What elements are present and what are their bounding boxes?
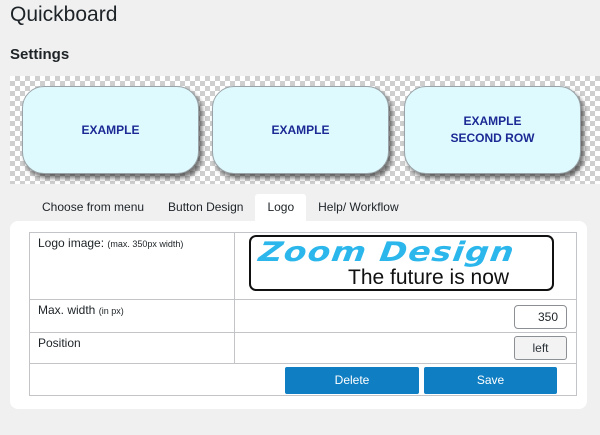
position-cell: left	[235, 333, 576, 363]
preview-button-1[interactable]: EXAMPLE	[22, 86, 199, 174]
logo-image-cell: Zoom Design The future is now	[235, 233, 576, 299]
settings-tabs: Choose from menu Button Design Logo Help…	[30, 194, 411, 221]
save-button[interactable]: Save	[424, 367, 557, 394]
tab-help-workflow[interactable]: Help/ Workflow	[306, 194, 410, 221]
logo-settings-panel: Logo image: (max. 350px width) Zoom Desi…	[10, 221, 587, 409]
max-width-label: Max. width (in px)	[30, 300, 235, 332]
position-row: Position left	[30, 333, 576, 364]
app-title: Quickboard	[10, 3, 118, 26]
max-width-row: Max. width (in px)	[30, 300, 576, 333]
tab-logo[interactable]: Logo	[255, 194, 307, 221]
max-width-cell	[235, 300, 576, 332]
actions-cell: Delete Save	[235, 364, 576, 395]
logo-tagline-text: The future is now	[348, 266, 510, 289]
logo-settings-table: Logo image: (max. 350px width) Zoom Desi…	[29, 232, 577, 396]
actions-row: Delete Save	[30, 364, 576, 395]
logo-image-label-text: Logo image:	[38, 236, 105, 250]
position-label: Position	[30, 333, 235, 363]
max-width-input[interactable]	[514, 305, 567, 329]
logo-image-row: Logo image: (max. 350px width) Zoom Desi…	[30, 233, 576, 300]
max-width-label-text: Max. width	[38, 303, 96, 317]
max-width-hint: (in px)	[98, 306, 124, 316]
settings-heading: Settings	[10, 46, 70, 63]
logo-image-label: Logo image: (max. 350px width)	[30, 233, 235, 299]
preview-button-3[interactable]: EXAMPLE SECOND ROW	[404, 86, 581, 174]
logo-brand-text: Zoom Design	[256, 237, 517, 268]
delete-button[interactable]: Delete	[285, 367, 419, 394]
logo-image-preview[interactable]: Zoom Design The future is now	[249, 235, 554, 291]
tab-button-design[interactable]: Button Design	[156, 194, 255, 221]
button-preview-area: EXAMPLE EXAMPLE EXAMPLE SECOND ROW	[10, 76, 600, 184]
tab-choose-from-menu[interactable]: Choose from menu	[30, 194, 156, 221]
position-select[interactable]: left	[514, 336, 567, 360]
logo-image-hint: (max. 350px width)	[107, 239, 184, 249]
preview-button-2[interactable]: EXAMPLE	[212, 86, 389, 174]
